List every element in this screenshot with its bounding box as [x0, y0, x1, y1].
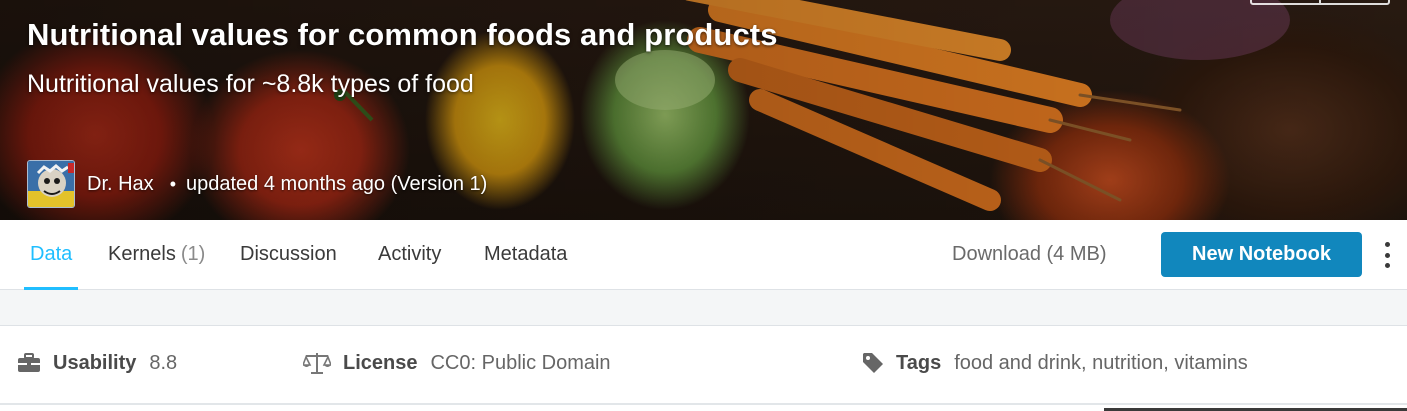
dataset-header-banner: Nutritional values for common foods and …: [0, 0, 1407, 220]
toolbox-icon: [17, 353, 41, 373]
dataset-subtitle: Nutritional values for ~8.8k types of fo…: [27, 70, 474, 98]
banner-corner-controls[interactable]: [1250, 0, 1390, 5]
tag-icon: [862, 352, 884, 374]
more-options-icon[interactable]: [1380, 242, 1394, 268]
updated-text: updated 4 months ago (Version 1): [186, 172, 488, 195]
license-info: License CC0: Public Domain: [303, 327, 611, 399]
license-label: License: [343, 351, 418, 374]
tab-metadata[interactable]: Metadata: [484, 220, 567, 289]
scale-icon: [303, 351, 331, 375]
tab-discussion[interactable]: Discussion: [240, 220, 337, 289]
tab-discussion-label: Discussion: [240, 243, 337, 265]
section-divider-strip: [0, 290, 1407, 326]
tab-activity[interactable]: Activity: [378, 220, 441, 289]
tab-kernels[interactable]: Kernels (1): [108, 220, 205, 289]
meta-separator: •: [169, 173, 176, 194]
usability-value: 8.8: [149, 351, 178, 374]
tags-label: Tags: [896, 351, 942, 374]
dataset-info-row: Usability 8.8 License CC0: Public Domain: [0, 327, 1407, 405]
new-notebook-button[interactable]: New Notebook: [1161, 232, 1362, 277]
tab-activity-label: Activity: [378, 243, 442, 265]
avatar-image: [28, 161, 74, 207]
tab-data-label: Data: [30, 243, 73, 265]
tab-metadata-label: Metadata: [484, 243, 568, 265]
dataset-owner-row: Dr. Hax • updated 4 months ago (Version …: [27, 159, 487, 209]
author-avatar[interactable]: [27, 160, 75, 208]
author-name-link[interactable]: Dr. Hax: [87, 173, 154, 196]
tab-kernels-count: (1): [180, 243, 206, 265]
usability-label: Usability: [53, 351, 137, 374]
tab-data[interactable]: Data: [23, 220, 79, 290]
tags-info: Tags food and drink, nutrition, vitamins: [862, 327, 1248, 399]
dataset-title: Nutritional values for common foods and …: [27, 17, 778, 52]
tags-value[interactable]: food and drink, nutrition, vitamins: [954, 352, 1248, 375]
tab-kernels-label: Kernels: [108, 243, 176, 265]
download-button[interactable]: Download (4 MB): [952, 220, 1107, 289]
license-value[interactable]: CC0: Public Domain: [430, 352, 610, 375]
dataset-tab-bar: Data Kernels (1) Discussion Activity Met…: [0, 220, 1407, 290]
usability-info: Usability 8.8: [17, 327, 177, 399]
